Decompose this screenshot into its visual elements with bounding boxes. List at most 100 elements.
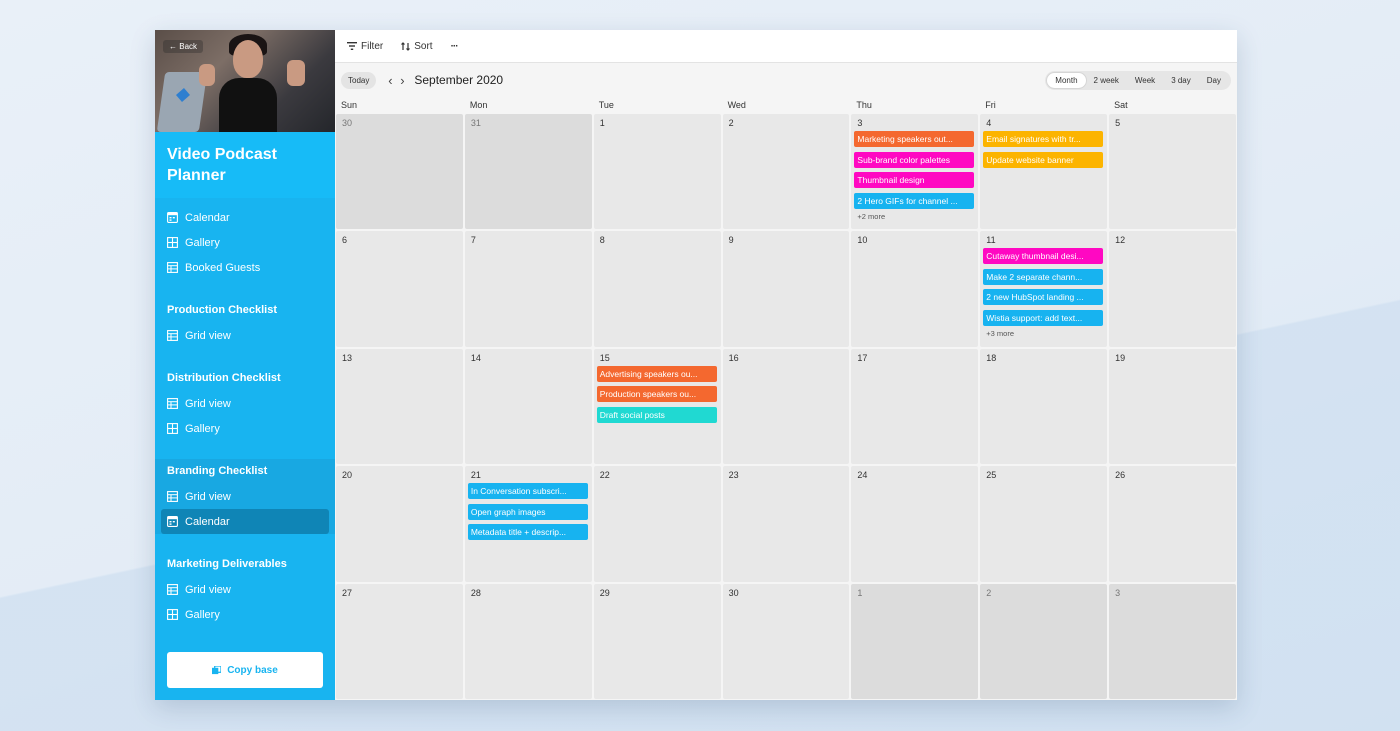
view-option-3-day[interactable]: 3 day: [1163, 73, 1199, 88]
event-card[interactable]: Thumbnail design: [854, 172, 975, 188]
sidebar-item-grid-view[interactable]: Grid view: [155, 577, 335, 602]
nav-group-title: Distribution Checklist: [167, 372, 281, 384]
sidebar-item-grid-view[interactable]: Grid view: [155, 391, 335, 416]
day-number: 29: [599, 587, 610, 598]
sidebar-item-label: Calendar: [185, 515, 230, 528]
more-events-link[interactable]: +2 more: [854, 212, 975, 221]
more-events-link[interactable]: +3 more: [983, 329, 1104, 338]
day-cell[interactable]: 14: [464, 348, 592, 465]
day-cell[interactable]: 1: [593, 114, 721, 230]
filter-button[interactable]: Filter: [347, 41, 383, 52]
sidebar-item-calendar[interactable]: Calendar: [155, 205, 335, 230]
day-number: 18: [986, 352, 997, 363]
event-card[interactable]: Marketing speakers out...: [854, 131, 975, 147]
event-card[interactable]: Draft social posts: [596, 406, 717, 423]
event-card[interactable]: 2 Hero GIFs for channel ...: [854, 192, 975, 209]
copy-icon: [212, 665, 222, 674]
day-cell[interactable]: 19: [1109, 348, 1236, 465]
chevron-right-icon[interactable]: ›: [396, 73, 408, 88]
day-number: 17: [857, 352, 868, 363]
day-number: 7: [470, 235, 476, 246]
day-cell[interactable]: 30: [336, 114, 463, 230]
grid-icon: [167, 262, 178, 273]
day-cell[interactable]: 31: [464, 114, 592, 230]
today-button[interactable]: Today: [341, 71, 377, 89]
day-cell[interactable]: 22: [593, 466, 721, 582]
sidebar-item-calendar[interactable]: Calendar: [161, 509, 329, 534]
day-cell[interactable]: 13: [336, 348, 463, 465]
day-cell[interactable]: 4 Email signatures with tr... Update websi…: [980, 114, 1108, 230]
nav-group: Production Checklist Grid view: [155, 298, 335, 348]
day-cell[interactable]: 11 Cutaway thumbnail desi... Make 2 separa…: [980, 231, 1108, 347]
day-cell[interactable]: 5: [1109, 114, 1236, 230]
sidebar-item-gallery[interactable]: Gallery: [155, 602, 335, 627]
day-number: 1: [857, 587, 863, 598]
day-cell[interactable]: 18: [980, 348, 1108, 465]
day-cell[interactable]: 30: [722, 583, 850, 699]
sort-button[interactable]: Sort: [401, 41, 433, 52]
event-card[interactable]: 2 new HubSpot landing ...: [983, 289, 1104, 306]
day-number: 3: [1115, 587, 1121, 598]
sidebar-item-booked-guests[interactable]: Booked Guests: [155, 255, 335, 280]
day-cell[interactable]: 2: [980, 583, 1108, 699]
day-cell[interactable]: 2: [722, 114, 850, 230]
sidebar-item-gallery[interactable]: Gallery: [155, 230, 335, 255]
day-cell[interactable]: 29: [593, 583, 721, 699]
day-cell[interactable]: 20: [336, 466, 463, 582]
event-card[interactable]: Production speakers ou...: [596, 386, 717, 403]
day-cell[interactable]: 6: [336, 231, 463, 347]
day-cell[interactable]: 9: [722, 231, 850, 347]
sidebar-item-grid-view[interactable]: Grid view: [155, 323, 335, 348]
event-card[interactable]: Email signatures with tr...: [983, 131, 1104, 147]
event-card[interactable]: Advertising speakers ou...: [596, 365, 717, 382]
view-option-2-week[interactable]: 2 week: [1086, 73, 1127, 88]
day-cell[interactable]: 17: [851, 348, 979, 465]
day-number: 25: [986, 470, 997, 481]
view-option-day[interactable]: Day: [1199, 73, 1229, 88]
more-options-button[interactable]: ···: [451, 41, 459, 52]
event-card[interactable]: Wistia support: add text...: [983, 309, 1104, 326]
day-cell[interactable]: 25: [980, 466, 1108, 582]
day-cell[interactable]: 15 Advertising speakers ou... Production s…: [593, 348, 721, 465]
chevron-left-icon[interactable]: ‹: [384, 73, 396, 88]
view-option-week[interactable]: Week: [1127, 73, 1163, 88]
day-cell[interactable]: 23: [722, 466, 850, 582]
event-card[interactable]: In Conversation subscri...: [467, 483, 588, 500]
day-cell[interactable]: 8: [593, 231, 721, 347]
sidebar-nav: Calendar Gallery Booked Guests Production C…: [155, 198, 335, 627]
nav-group: Distribution Checklist Grid view Gallery: [155, 366, 335, 441]
day-number: 10: [857, 235, 868, 246]
back-button[interactable]: ← Back: [163, 40, 204, 53]
day-cell[interactable]: 10: [851, 231, 979, 347]
event-card[interactable]: Update website banner: [983, 151, 1104, 168]
sidebar: ← Back Video Podcast Planner Calendar Gal…: [155, 30, 335, 700]
event-card[interactable]: Cutaway thumbnail desi...: [983, 248, 1104, 265]
sidebar-item-grid-view[interactable]: Grid view: [155, 484, 335, 509]
day-cell[interactable]: 3 Marketing speakers out... Sub-brand colo…: [851, 114, 979, 230]
nav-group-title: Production Checklist: [167, 304, 278, 316]
day-cell[interactable]: 3: [1109, 583, 1236, 699]
grid-icon: [167, 398, 178, 409]
day-cell[interactable]: 1: [851, 583, 979, 699]
day-cell[interactable]: 12: [1109, 231, 1236, 347]
event-card[interactable]: Sub-brand color palettes: [854, 151, 975, 168]
sidebar-item-gallery[interactable]: Gallery: [155, 416, 335, 441]
event-card[interactable]: Metadata title + descrip...: [467, 524, 588, 541]
view-option-month[interactable]: Month: [1047, 72, 1086, 88]
day-cell[interactable]: 21 In Conversation subscri... Open graph i…: [464, 466, 592, 582]
day-cell[interactable]: 24: [851, 466, 979, 582]
day-cell[interactable]: 16: [722, 348, 850, 465]
day-number: 12: [1115, 235, 1126, 246]
day-cell[interactable]: 28: [464, 583, 592, 699]
base-title: Video Podcast Planner: [155, 132, 335, 198]
event-card[interactable]: Open graph images: [467, 503, 588, 520]
filter-label: Filter: [361, 40, 384, 52]
day-cell[interactable]: 26: [1109, 466, 1236, 582]
grid-icon: [167, 491, 178, 502]
calendar-icon: [167, 516, 178, 527]
day-cell[interactable]: 7: [464, 231, 592, 347]
day-number: 30: [342, 118, 353, 128]
event-card[interactable]: Make 2 separate chann...: [983, 268, 1104, 285]
day-cell[interactable]: 27: [336, 583, 463, 699]
copy-base-button[interactable]: Copy base: [167, 652, 323, 688]
